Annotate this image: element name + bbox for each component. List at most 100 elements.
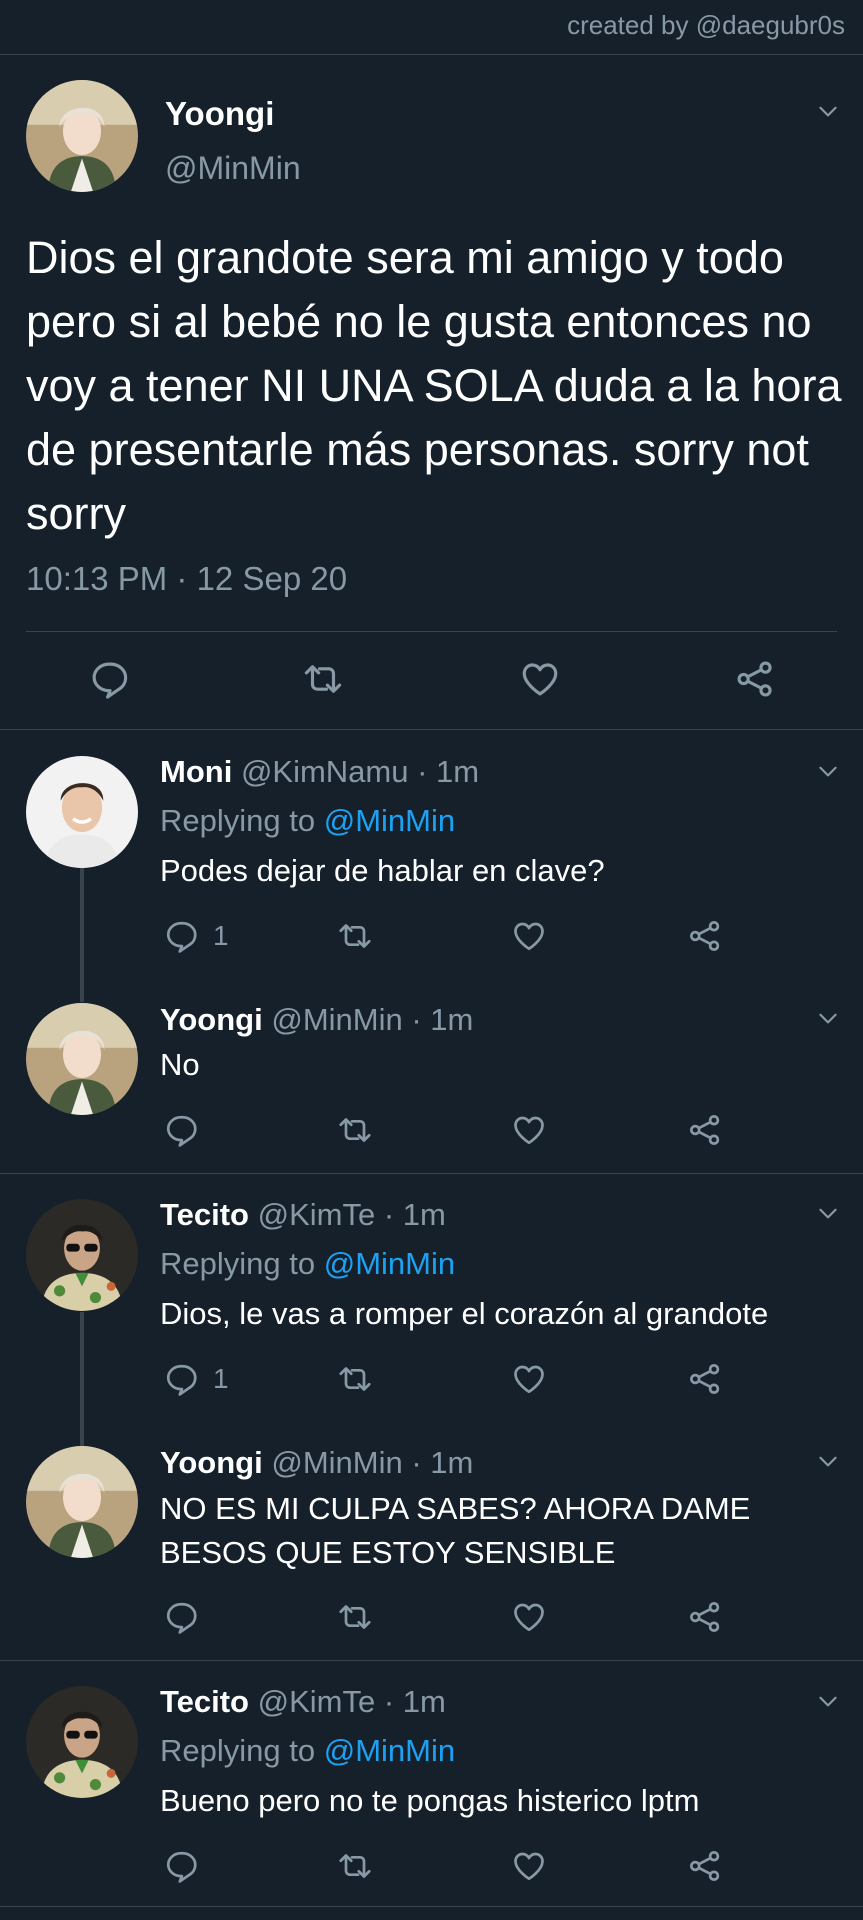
- tweet-text: Dios el grandote sera mi amigo y todo pe…: [26, 232, 842, 539]
- share-icon: [687, 1599, 723, 1635]
- credit-text: created by @daegubr0s: [567, 10, 845, 40]
- author-handle[interactable]: @KimNamu: [241, 754, 409, 789]
- avatar[interactable]: [26, 756, 138, 868]
- reply-icon: [163, 1361, 199, 1397]
- reply-meta: Yoongi @MinMin · 1m: [160, 1002, 473, 1038]
- thread-line: [80, 868, 84, 1002]
- reply-time: · 1m: [383, 1197, 446, 1232]
- chevron-down-icon[interactable]: [815, 98, 841, 124]
- author-name[interactable]: Yoongi: [165, 95, 274, 133]
- author-name[interactable]: Yoongi: [160, 1445, 263, 1480]
- divider: [0, 54, 863, 55]
- author-name[interactable]: Moni: [160, 754, 232, 789]
- reply-time: · 1m: [417, 754, 480, 789]
- mention-link[interactable]: @MinMin: [324, 1246, 455, 1281]
- divider: [0, 1660, 863, 1661]
- reply-text: Bueno pero no te pongas histerico lptm: [160, 1783, 700, 1818]
- replying-to: Replying to @MinMin: [160, 1733, 455, 1769]
- reply-button[interactable]: 1: [163, 918, 229, 954]
- like-button[interactable]: [511, 918, 547, 954]
- reply-meta: Yoongi @MinMin · 1m: [160, 1445, 473, 1481]
- divider: [0, 729, 863, 730]
- like-button[interactable]: [511, 1848, 547, 1884]
- retweet-icon: [337, 1112, 373, 1148]
- like-button[interactable]: [511, 1361, 547, 1397]
- share-icon: [687, 1848, 723, 1884]
- share-button[interactable]: [687, 1599, 723, 1635]
- share-icon: [687, 918, 723, 954]
- avatar[interactable]: [26, 80, 138, 192]
- avatar-image: [26, 1003, 138, 1115]
- like-button[interactable]: [511, 1599, 547, 1635]
- reply-text: Dios, le vas a romper el corazón al gran…: [160, 1296, 769, 1331]
- mention-link[interactable]: @MinMin: [324, 1733, 455, 1768]
- author-name[interactable]: Tecito: [160, 1197, 249, 1232]
- like-button[interactable]: [519, 658, 561, 700]
- mention-link[interactable]: @MinMin: [324, 803, 455, 838]
- author-handle[interactable]: @KimTe: [258, 1684, 376, 1719]
- replying-label: Replying to: [160, 1246, 316, 1281]
- retweet-icon: [337, 1599, 373, 1635]
- retweet-button[interactable]: [302, 658, 344, 700]
- share-button[interactable]: [734, 658, 776, 700]
- chevron-down-icon[interactable]: [815, 1200, 841, 1226]
- reply-button[interactable]: 1: [163, 1361, 229, 1397]
- author-name[interactable]: Tecito: [160, 1684, 249, 1719]
- tweet-timestamp: 10:13 PM · 12 Sep 20: [26, 560, 348, 597]
- replying-to: Replying to @MinMin: [160, 803, 455, 839]
- retweet-icon: [337, 918, 373, 954]
- chevron-down-icon[interactable]: [815, 758, 841, 784]
- avatar-image: [26, 756, 138, 868]
- retweet-button[interactable]: [337, 918, 373, 954]
- share-button[interactable]: [687, 1848, 723, 1884]
- avatar-image: [26, 1446, 138, 1558]
- author-handle[interactable]: @MinMin: [271, 1445, 402, 1480]
- author-handle[interactable]: @MinMin: [271, 1002, 402, 1037]
- share-button[interactable]: [687, 1112, 723, 1148]
- retweet-button[interactable]: [337, 1361, 373, 1397]
- reply-text: Podes dejar de hablar en clave?: [160, 853, 605, 888]
- replying-label: Replying to: [160, 1733, 316, 1768]
- avatar[interactable]: [26, 1446, 138, 1558]
- reply-icon: [163, 1848, 199, 1884]
- share-button[interactable]: [687, 918, 723, 954]
- like-icon: [511, 1112, 547, 1148]
- retweet-button[interactable]: [337, 1848, 373, 1884]
- reply-meta: Tecito @KimTe · 1m: [160, 1197, 446, 1233]
- avatar[interactable]: [26, 1003, 138, 1115]
- reply-button[interactable]: [163, 1599, 199, 1635]
- reply-button[interactable]: [88, 658, 130, 700]
- reply-time: · 1m: [411, 1445, 474, 1480]
- avatar-image: [26, 80, 138, 192]
- replying-to: Replying to @MinMin: [160, 1246, 455, 1282]
- retweet-button[interactable]: [337, 1599, 373, 1635]
- like-icon: [511, 1361, 547, 1397]
- like-icon: [511, 1848, 547, 1884]
- chevron-down-icon[interactable]: [815, 1005, 841, 1031]
- replying-label: Replying to: [160, 803, 316, 838]
- reply-button[interactable]: [163, 1848, 199, 1884]
- chevron-down-icon[interactable]: [815, 1448, 841, 1474]
- chevron-down-icon[interactable]: [815, 1688, 841, 1714]
- author-name[interactable]: Yoongi: [160, 1002, 263, 1037]
- reply-icon: [163, 1599, 199, 1635]
- divider: [26, 631, 837, 632]
- avatar-image: [26, 1686, 138, 1798]
- divider: [0, 1173, 863, 1174]
- reply-text: NO ES MI CULPA SABES? AHORA DAME BESOS Q…: [160, 1491, 751, 1570]
- avatar[interactable]: [26, 1686, 138, 1798]
- thread-line: [80, 1312, 84, 1446]
- share-icon: [687, 1112, 723, 1148]
- reply-icon: [88, 658, 130, 700]
- reply-button[interactable]: [163, 1112, 199, 1148]
- share-button[interactable]: [687, 1361, 723, 1397]
- like-button[interactable]: [511, 1112, 547, 1148]
- like-icon: [511, 918, 547, 954]
- retweet-button[interactable]: [337, 1112, 373, 1148]
- avatar[interactable]: [26, 1199, 138, 1311]
- reply-icon: [163, 918, 199, 954]
- author-handle[interactable]: @MinMin: [165, 150, 301, 187]
- divider: [0, 1906, 863, 1907]
- author-handle[interactable]: @KimTe: [258, 1197, 376, 1232]
- avatar-image: [26, 1199, 138, 1311]
